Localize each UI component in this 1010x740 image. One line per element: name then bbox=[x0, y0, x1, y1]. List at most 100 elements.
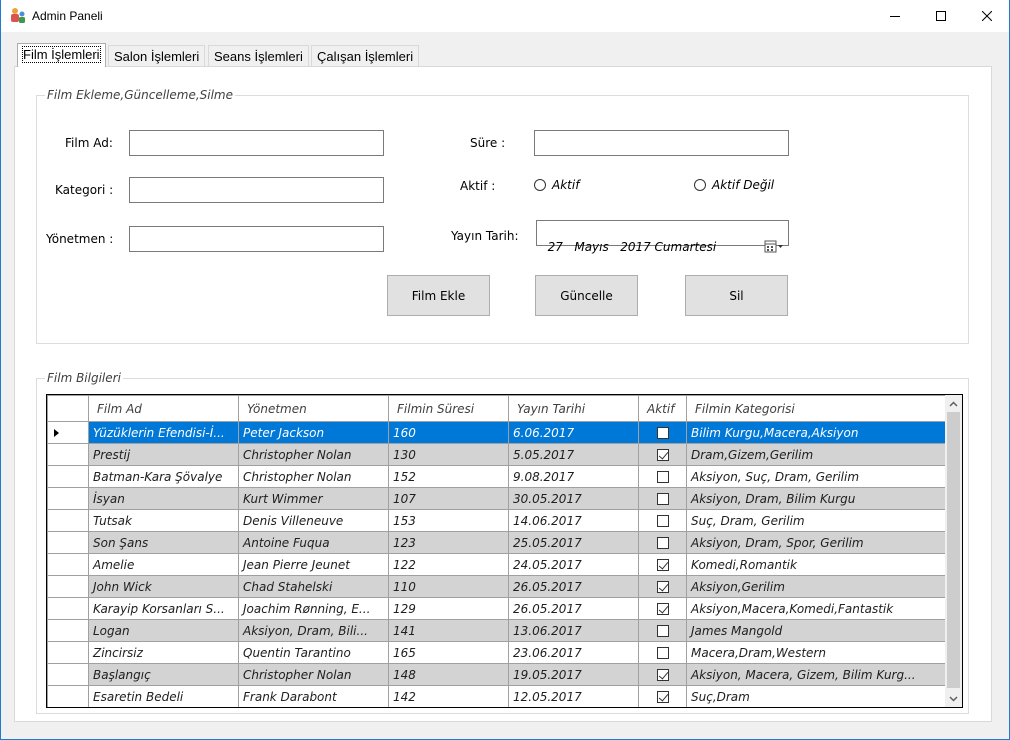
row-header[interactable] bbox=[47, 685, 89, 707]
sure-cell[interactable]: 142 bbox=[388, 685, 509, 707]
radio-aktif-degil[interactable]: Aktif Değil bbox=[694, 178, 774, 192]
film-ad-cell[interactable]: Logan bbox=[88, 619, 239, 642]
table-row[interactable]: Esaretin Bedeli Frank Darabont 142 12.05.20… bbox=[47, 685, 947, 707]
yonetmen-cell[interactable]: Jean Pierre Jeunet bbox=[238, 553, 389, 576]
film-ad-cell[interactable]: Amelie bbox=[88, 553, 239, 576]
row-header[interactable] bbox=[47, 663, 89, 686]
close-button[interactable] bbox=[964, 0, 1010, 32]
film-ad-cell[interactable]: Yüzüklerin Efendisi-İ... bbox=[88, 421, 239, 444]
aktif-cell[interactable] bbox=[638, 421, 687, 444]
aktif-checkbox[interactable] bbox=[656, 537, 669, 549]
tarih-cell[interactable]: 19.05.2017 bbox=[508, 663, 639, 686]
row-header[interactable] bbox=[47, 531, 89, 554]
tarih-cell[interactable]: 24.05.2017 bbox=[508, 553, 639, 576]
table-row[interactable]: Logan Aksiyon, Dram, Bili... 141 13.06.2017… bbox=[47, 619, 947, 642]
kategori-cell[interactable]: James Mangold bbox=[686, 619, 947, 642]
maximize-button[interactable] bbox=[918, 0, 964, 32]
column-header[interactable]: Yönetmen bbox=[238, 395, 389, 422]
film-ad-cell[interactable]: Karayip Korsanları S... bbox=[88, 597, 239, 620]
row-header[interactable] bbox=[47, 641, 89, 664]
tab-calisan-islemleri[interactable]: Çalışan İşlemleri bbox=[311, 45, 420, 67]
aktif-checkbox[interactable] bbox=[656, 669, 669, 681]
yonetmen-input[interactable] bbox=[130, 227, 383, 251]
aktif-cell[interactable] bbox=[638, 685, 687, 707]
tarih-cell[interactable]: 12.05.2017 bbox=[508, 685, 639, 707]
aktif-cell[interactable] bbox=[638, 509, 687, 532]
sure-cell[interactable]: 130 bbox=[388, 443, 509, 466]
radio-aktif[interactable]: Aktif bbox=[534, 178, 579, 192]
tarih-cell[interactable]: 26.05.2017 bbox=[508, 575, 639, 598]
aktif-cell[interactable] bbox=[638, 663, 687, 686]
vertical-scrollbar[interactable] bbox=[945, 395, 962, 707]
kategori-cell[interactable]: Aksiyon,Macera,Komedi,Fantastik bbox=[686, 597, 947, 620]
sure-cell[interactable]: 110 bbox=[388, 575, 509, 598]
row-header[interactable] bbox=[47, 443, 89, 466]
tarih-cell[interactable]: 14.06.2017 bbox=[508, 509, 639, 532]
row-header[interactable] bbox=[47, 575, 89, 598]
sure-cell[interactable]: 152 bbox=[388, 465, 509, 488]
tarih-cell[interactable]: 23.06.2017 bbox=[508, 641, 639, 664]
tarih-cell[interactable]: 26.05.2017 bbox=[508, 597, 639, 620]
tarih-cell[interactable]: 5.05.2017 bbox=[508, 443, 639, 466]
kategori-cell[interactable]: Suç, Dram, Gerilim bbox=[686, 509, 947, 532]
column-header[interactable]: Film Ad bbox=[88, 395, 239, 422]
table-row[interactable]: Zincirsiz Quentin Tarantino 165 23.06.2017 M… bbox=[47, 641, 947, 664]
film-ad-cell[interactable]: Batman-Kara Şövalye bbox=[88, 465, 239, 488]
kategori-field[interactable] bbox=[129, 177, 384, 203]
film-ad-cell[interactable]: Zincirsiz bbox=[88, 641, 239, 664]
kategori-input[interactable] bbox=[130, 178, 383, 202]
table-row[interactable]: Amelie Jean Pierre Jeunet 122 24.05.2017 Kom… bbox=[47, 553, 947, 576]
aktif-cell[interactable] bbox=[638, 443, 687, 466]
aktif-checkbox[interactable] bbox=[656, 603, 669, 615]
yonetmen-cell[interactable]: Denis Villeneuve bbox=[238, 509, 389, 532]
table-row[interactable]: Başlangıç Christopher Nolan 148 19.05.2017 A… bbox=[47, 663, 947, 686]
sure-cell[interactable]: 123 bbox=[388, 531, 509, 554]
kategori-cell[interactable]: Aksiyon, Macera, Gizem, Bilim Kurg... bbox=[686, 663, 947, 686]
tab-film-islemleri[interactable]: Film İşlemleri bbox=[17, 43, 106, 67]
film-ad-cell[interactable]: Esaretin Bedeli bbox=[88, 685, 239, 707]
kategori-cell[interactable]: Macera,Dram,Western bbox=[686, 641, 947, 664]
film-ad-cell[interactable]: İsyan bbox=[88, 487, 239, 510]
film-ad-cell[interactable]: Tutsak bbox=[88, 509, 239, 532]
yonetmen-cell[interactable]: Christopher Nolan bbox=[238, 465, 389, 488]
kategori-cell[interactable]: Aksiyon, Suç, Dram, Gerilim bbox=[686, 465, 947, 488]
calendar-dropdown-icon[interactable] bbox=[749, 226, 784, 271]
yonetmen-cell[interactable]: Frank Darabont bbox=[238, 685, 389, 707]
aktif-checkbox[interactable] bbox=[656, 427, 669, 439]
film-ad-cell[interactable]: Son Şans bbox=[88, 531, 239, 554]
film-ad-cell[interactable]: Prestij bbox=[88, 443, 239, 466]
sure-cell[interactable]: 122 bbox=[388, 553, 509, 576]
table-row[interactable]: Batman-Kara Şövalye Christopher Nolan 152 9… bbox=[47, 465, 947, 488]
table-row[interactable]: Yüzüklerin Efendisi-İ... Peter Jackson 160… bbox=[47, 421, 947, 444]
aktif-cell[interactable] bbox=[638, 597, 687, 620]
aktif-cell[interactable] bbox=[638, 619, 687, 642]
tarih-cell[interactable]: 25.05.2017 bbox=[508, 531, 639, 554]
kategori-cell[interactable]: Dram,Gizem,Gerilim bbox=[686, 443, 947, 466]
yonetmen-cell[interactable]: Antoine Fuqua bbox=[238, 531, 389, 554]
film-ad-cell[interactable]: John Wick bbox=[88, 575, 239, 598]
yonetmen-cell[interactable]: Joachim Rønning, E... bbox=[238, 597, 389, 620]
column-header[interactable]: Yayın Tarihi bbox=[508, 395, 639, 422]
film-data-grid[interactable]: Film Ad Yönetmen Filmin Süresi Yayın Tar… bbox=[46, 394, 963, 708]
tab-salon-islemleri[interactable]: Salon İşlemleri bbox=[108, 45, 206, 67]
aktif-cell[interactable] bbox=[638, 487, 687, 510]
film-ekle-button[interactable]: Film Ekle bbox=[387, 275, 490, 316]
sure-cell[interactable]: 165 bbox=[388, 641, 509, 664]
aktif-checkbox[interactable] bbox=[656, 559, 669, 571]
aktif-checkbox[interactable] bbox=[656, 515, 669, 527]
guncelle-button[interactable]: Güncelle bbox=[535, 275, 638, 316]
table-row[interactable]: Tutsak Denis Villeneuve 153 14.06.2017 Suç, … bbox=[47, 509, 947, 532]
yonetmen-cell[interactable]: Christopher Nolan bbox=[238, 663, 389, 686]
column-header[interactable]: Filmin Süresi bbox=[388, 395, 509, 422]
table-row[interactable]: Prestij Christopher Nolan 130 5.05.2017 Dram… bbox=[47, 443, 947, 466]
sure-cell[interactable]: 160 bbox=[388, 421, 509, 444]
film-ad-input[interactable] bbox=[130, 131, 383, 155]
sure-cell[interactable]: 141 bbox=[388, 619, 509, 642]
row-header[interactable] bbox=[47, 465, 89, 488]
aktif-checkbox[interactable] bbox=[656, 581, 669, 593]
table-row[interactable]: İsyan Kurt Wimmer 107 30.05.2017 Aksiyon, D… bbox=[47, 487, 947, 510]
yonetmen-cell[interactable]: Aksiyon, Dram, Bili... bbox=[238, 619, 389, 642]
minimize-button[interactable] bbox=[872, 0, 918, 32]
kategori-cell[interactable]: Aksiyon, Dram, Spor, Gerilim bbox=[686, 531, 947, 554]
aktif-cell[interactable] bbox=[638, 553, 687, 576]
